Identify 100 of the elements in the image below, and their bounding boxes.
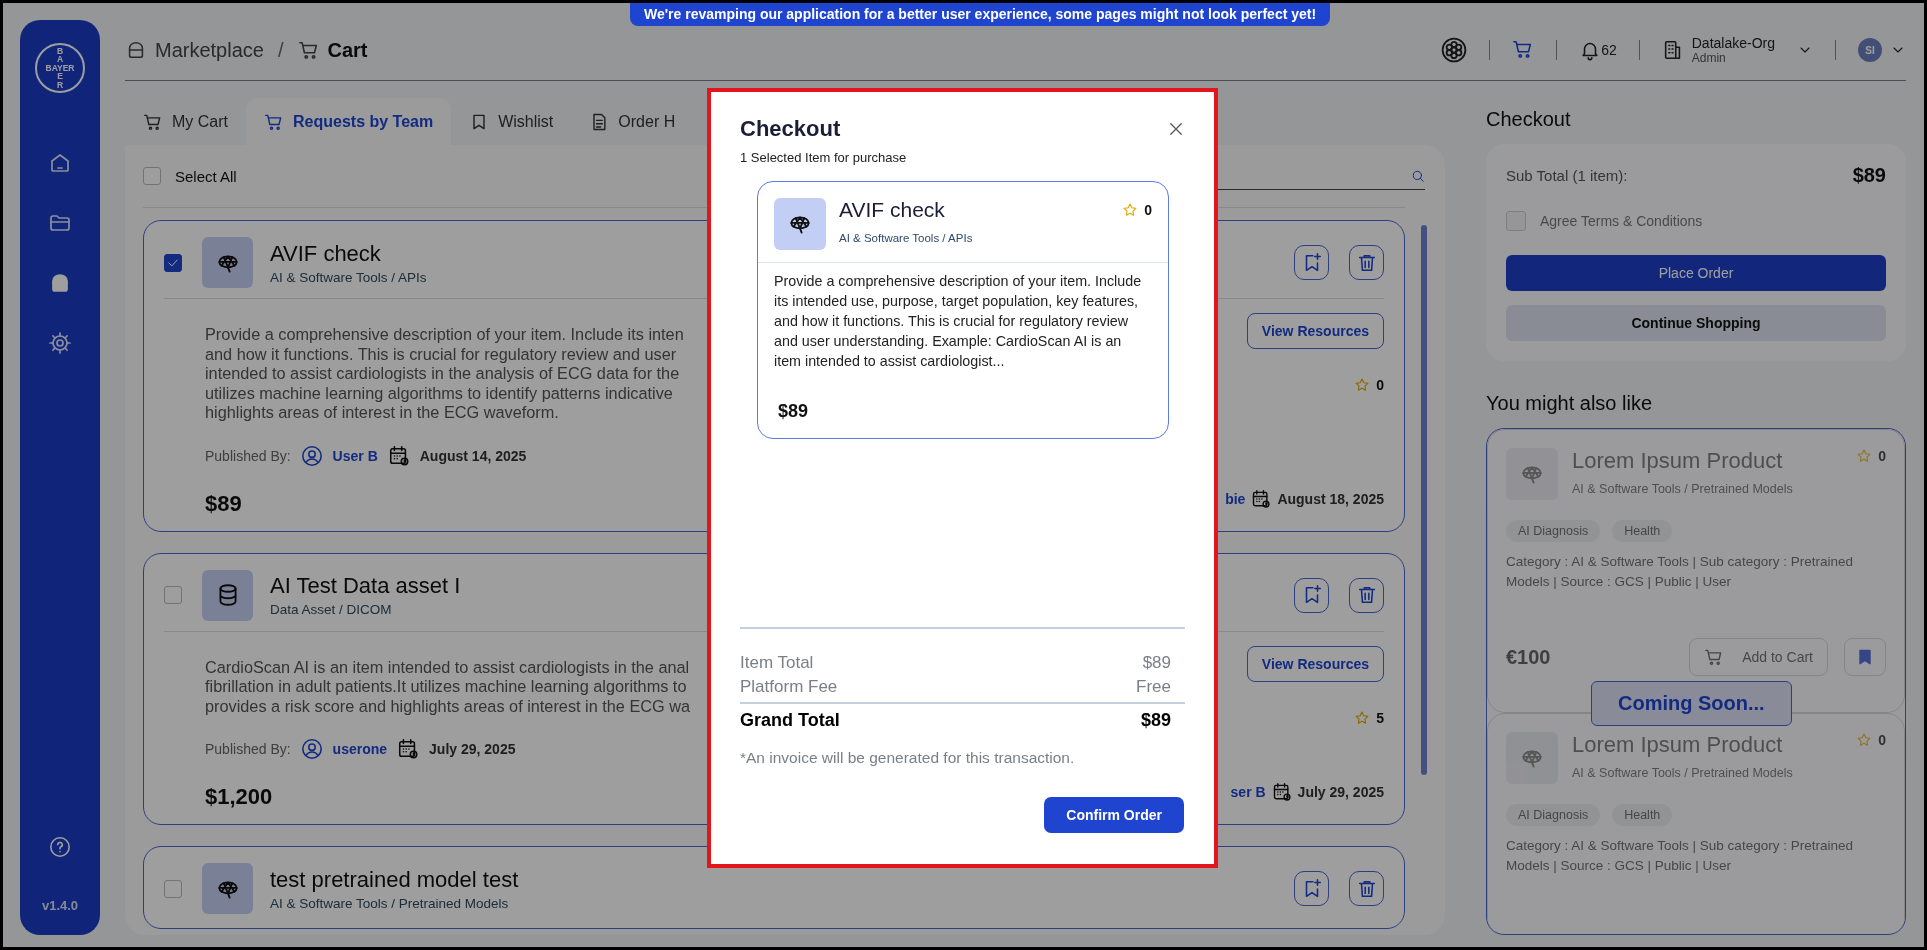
star-icon bbox=[1856, 732, 1873, 748]
settings-icon bbox=[48, 331, 72, 355]
tab[interactable]: Requests by Team bbox=[246, 98, 452, 145]
product-category: AI & Software Tools / APIs bbox=[270, 269, 427, 285]
product-category: AI & Software Tools / APIs bbox=[839, 232, 974, 244]
calendar-icon bbox=[387, 444, 410, 467]
tab[interactable]: Wishlist bbox=[451, 98, 572, 145]
logo-text: BAYER bbox=[45, 63, 75, 73]
price: $89 bbox=[777, 400, 810, 423]
tag: Health bbox=[1612, 520, 1673, 542]
add-to-cart-button[interactable]: Add to Cart bbox=[1689, 638, 1828, 676]
breadcrumb-item[interactable]: Marketplace bbox=[155, 38, 264, 62]
publish-date: July 29, 2025 bbox=[1297, 784, 1384, 800]
wishlist-button[interactable] bbox=[1294, 871, 1329, 906]
subtotal-value: $89 bbox=[1852, 164, 1886, 187]
product-category: AI & Software Tools / Pretrained Models bbox=[270, 895, 510, 911]
product-category: AI & Software Tools / Pretrained Models bbox=[1572, 482, 1794, 496]
breadcrumb-item: Cart bbox=[327, 38, 368, 62]
notification-count: 62 bbox=[1601, 42, 1617, 58]
section-title: Checkout bbox=[1486, 108, 1572, 131]
invoice-note: *An invoice will be generated for this transaction. bbox=[740, 749, 1076, 767]
delete-button[interactable] bbox=[1349, 871, 1384, 906]
product-title: AVIF check bbox=[270, 240, 382, 267]
confirm-order-button[interactable]: Confirm Order bbox=[1044, 797, 1184, 833]
tag: AI Diagnosis bbox=[1506, 520, 1601, 542]
delete-button[interactable] bbox=[1349, 577, 1384, 613]
author-link[interactable]: bie bbox=[1225, 490, 1246, 507]
wishlist-button[interactable] bbox=[1294, 577, 1329, 613]
product-description: Provide a comprehensive description of your item. Include its intended use, purpose, target population, key features, and how it functions. This is crucial for regulatory review and user understanding. Example: CardioScan AI is an item intended to assist cardiologist... bbox=[773, 272, 1143, 371]
wishlist-button[interactable] bbox=[1294, 245, 1329, 280]
view-resources-button[interactable]: View Resources bbox=[1246, 645, 1384, 682]
place-order-button[interactable]: Place Order bbox=[1506, 255, 1886, 291]
version-label: v1.4.0 bbox=[41, 898, 79, 913]
summary-label: Item Total bbox=[740, 652, 814, 674]
star-icon bbox=[1354, 377, 1371, 393]
tag: Health bbox=[1612, 804, 1673, 826]
tab[interactable]: My Cart bbox=[125, 98, 246, 145]
close-icon bbox=[1167, 120, 1185, 138]
published-label: Published By: bbox=[205, 447, 291, 464]
search-icon bbox=[1411, 168, 1425, 183]
checkbox[interactable] bbox=[164, 586, 182, 604]
rating-count: 0 bbox=[1144, 202, 1152, 218]
summary-label: Grand Total bbox=[740, 709, 840, 732]
publish-date: July 29, 2025 bbox=[429, 741, 516, 757]
logo-text: ER bbox=[55, 72, 65, 90]
product-details: Category : AI & Software Tools | Sub category : Pretrained Models | Source : GCS | Public | User bbox=[1506, 837, 1854, 875]
org-role: Admin bbox=[1691, 51, 1727, 65]
author-link[interactable]: User B bbox=[332, 447, 378, 464]
star-icon bbox=[1354, 709, 1371, 726]
org-name[interactable]: Datalake-Org bbox=[1691, 35, 1775, 51]
continue-shopping-button[interactable]: Continue Shopping bbox=[1506, 305, 1886, 341]
product-description: Provide a comprehensive description of your item. Include its inten and how it functions. This is crucial for regulatory review and user intended to assist cardiologists in the analysis of ECG data for the utilizes machine learning algorithms to identify patterns indicative highlights areas of interest in the ECG waveform. bbox=[205, 325, 684, 423]
author-link[interactable]: ser B bbox=[1230, 784, 1266, 800]
coming-soon-label: Coming Soon... bbox=[1591, 681, 1792, 726]
tag: AI Diagnosis bbox=[1506, 804, 1601, 826]
avatar[interactable]: SI bbox=[1858, 38, 1882, 62]
checkbox[interactable] bbox=[164, 253, 182, 272]
user-icon bbox=[300, 444, 323, 467]
close-button[interactable] bbox=[1167, 120, 1185, 138]
product-description: CardioScan AI is an item intended to assist cardiologists in the anal fibrillation in adult patients.It utilizes machine learning algorithms to provides a risk score and highlights areas of interest in the ECG wa bbox=[205, 657, 691, 716]
dialog-title: Checkout bbox=[740, 116, 842, 142]
rating-count: 5 bbox=[1376, 709, 1384, 726]
product-title: Lorem Ipsum Product bbox=[1572, 448, 1784, 474]
select-all-label: Select All bbox=[175, 167, 237, 185]
price: $89 bbox=[205, 490, 243, 517]
publish-date: August 14, 2025 bbox=[419, 447, 527, 464]
subtotal-label: Sub Total (1 item): bbox=[1506, 167, 1628, 184]
calendar-icon bbox=[1271, 782, 1292, 802]
rating-count: 0 bbox=[1878, 448, 1886, 464]
price: €100 bbox=[1506, 645, 1551, 669]
summary-value: $89 bbox=[1142, 652, 1171, 674]
breadcrumb-separator: / bbox=[277, 38, 284, 62]
terms-label: Agree Terms & Conditions bbox=[1540, 213, 1703, 229]
dialog-subtitle: 1 Selected Item for purchase bbox=[740, 150, 908, 165]
checkbox[interactable] bbox=[143, 167, 161, 185]
view-resources-button[interactable]: View Resources bbox=[1246, 313, 1384, 349]
published-label: Published By: bbox=[205, 741, 291, 757]
publish-date: August 18, 2025 bbox=[1277, 490, 1384, 507]
flower-icon bbox=[1441, 37, 1468, 63]
home-icon bbox=[48, 151, 72, 175]
help-icon bbox=[49, 836, 71, 858]
tab[interactable]: Order H bbox=[571, 98, 694, 145]
user-icon bbox=[300, 738, 323, 760]
product-title: AVIF check bbox=[839, 198, 946, 222]
delete-button[interactable] bbox=[1349, 245, 1384, 280]
calendar-icon bbox=[397, 738, 420, 760]
author-link[interactable]: userone bbox=[332, 741, 388, 757]
scrollbar[interactable] bbox=[1421, 225, 1427, 775]
checkbox[interactable] bbox=[164, 879, 182, 898]
calendar-icon bbox=[1251, 488, 1272, 509]
summary-value: $89 bbox=[1140, 709, 1171, 732]
product-category: AI & Software Tools / Pretrained Models bbox=[1572, 766, 1794, 780]
logo-text: BA bbox=[55, 46, 65, 64]
notice-banner: We're revamping our application for a better user experience, some pages might not look perfect yet! bbox=[630, 3, 1331, 26]
price: $1,200 bbox=[205, 784, 274, 810]
rating-count: 0 bbox=[1376, 377, 1384, 393]
bookmark-button[interactable] bbox=[1844, 638, 1886, 676]
summary-value: Free bbox=[1136, 676, 1171, 698]
product-title: AI Test Data asset I bbox=[270, 573, 461, 599]
star-icon bbox=[1122, 202, 1139, 218]
